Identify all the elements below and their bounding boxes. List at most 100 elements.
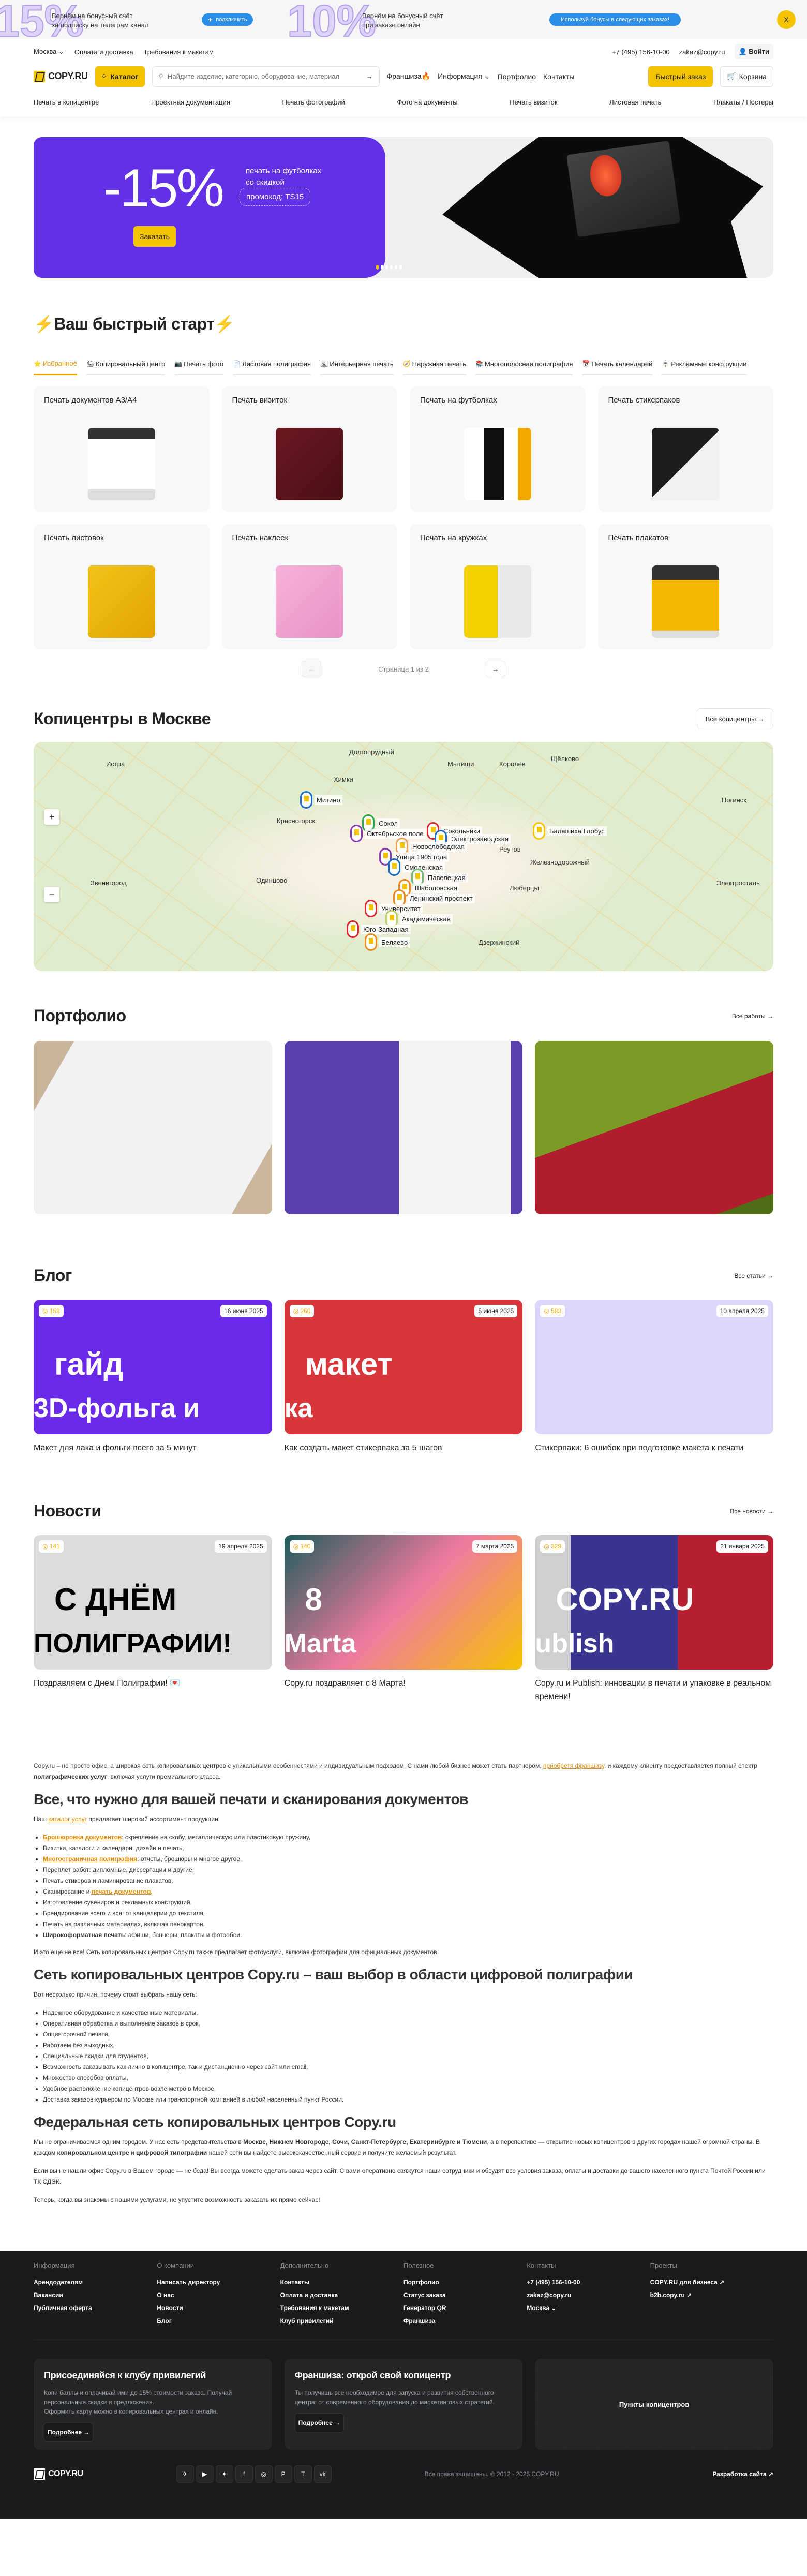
nav-contacts[interactable]: Контакты: [543, 72, 574, 81]
all-works-link[interactable]: Все работы →: [732, 1012, 773, 1020]
category-link[interactable]: Печать визиток: [510, 98, 557, 106]
news-card[interactable]: ◎ 329 21 января 2025 COPY.RU ublish Copy.ru …: [535, 1535, 773, 1704]
catalog-button[interactable]: ⁘ Каталог: [95, 66, 145, 87]
tab-3[interactable]: 📷 Печать фото: [174, 348, 224, 375]
portfolio-item-valentine-card[interactable]: [535, 1041, 773, 1214]
slider-dot[interactable]: [385, 265, 388, 270]
category-link[interactable]: Плакаты / Постеры: [713, 98, 773, 106]
franchise-link[interactable]: приобретя франшизу: [543, 1762, 604, 1769]
footer-link[interactable]: b2b.copy.ru ↗: [650, 2291, 773, 2299]
map-pin[interactable]: Беляево: [365, 933, 410, 951]
city-selector[interactable]: Москва ⌄: [34, 48, 64, 56]
franchise-more-button[interactable]: Подробнее →: [294, 2413, 345, 2433]
footer-link[interactable]: О нас: [157, 2291, 280, 2299]
link-payment-delivery[interactable]: Оплата и доставка: [74, 48, 133, 56]
club-more-button[interactable]: Подробнее →: [44, 2422, 94, 2442]
blog-card[interactable]: ◎ 260 5 июня 2025 макет ка Как создать макет…: [284, 1300, 523, 1455]
catalog-link[interactable]: каталог услуг: [48, 1815, 87, 1823]
logo[interactable]: COPY.RU: [34, 70, 88, 82]
footer-link[interactable]: Блог: [157, 2317, 280, 2325]
telegram-icon[interactable]: ✈: [176, 2465, 194, 2483]
product-card[interactable]: Печать плакатов: [597, 524, 773, 649]
footer-link[interactable]: +7 (495) 156-10-00: [527, 2279, 650, 2286]
next-page-button[interactable]: →: [485, 661, 505, 677]
product-card[interactable]: Печать наклеек: [221, 524, 397, 649]
portfolio-item-studio-gift-bag[interactable]: [284, 1041, 523, 1214]
copycenter-points-card[interactable]: Пункты копицентров: [535, 2359, 773, 2450]
quick-order-button[interactable]: Быстрый заказ: [648, 66, 713, 87]
tab-2[interactable]: 🖨 Копировальный центр: [86, 348, 166, 375]
footer-link[interactable]: Контакты: [280, 2279, 404, 2286]
tab-7[interactable]: 📚 Многополосная полиграфия: [475, 348, 573, 375]
zoom-in-button[interactable]: +: [44, 809, 59, 825]
tenchat-icon[interactable]: T: [294, 2465, 312, 2483]
footer-link[interactable]: Москва ⌄: [527, 2304, 650, 2312]
tab-6[interactable]: 🧭 Наружная печать: [402, 348, 467, 375]
product-card[interactable]: Печать листовок: [34, 524, 210, 649]
service-link[interactable]: Многостраничная полиграфия: [43, 1855, 137, 1863]
telegram-subscribe-button[interactable]: ✈ подключить: [202, 13, 253, 26]
footer-link[interactable]: Статус заказа: [404, 2291, 527, 2299]
footer-link[interactable]: Клуб привилегий: [280, 2317, 404, 2325]
tab-1[interactable]: ⭐ Избранное: [34, 348, 77, 375]
vk-icon[interactable]: vk: [313, 2465, 332, 2483]
hero-banner[interactable]: -15% печать на футболках со скидкой промо…: [34, 137, 773, 278]
footer-link[interactable]: zakaz@copy.ru: [527, 2291, 650, 2299]
slider-dot[interactable]: [390, 265, 393, 270]
slider-dot[interactable]: [395, 265, 397, 270]
footer-link[interactable]: Портфолио: [404, 2279, 527, 2286]
tab-8[interactable]: 📅 Печать календарей: [582, 348, 653, 375]
category-link[interactable]: Листовая печать: [609, 98, 661, 106]
product-card[interactable]: Печать визиток: [221, 386, 397, 512]
product-card[interactable]: Печать на кружках: [410, 524, 586, 649]
zoom-out-button[interactable]: −: [44, 887, 59, 902]
footer-link[interactable]: COPY.RU для бизнеса ↗: [650, 2279, 773, 2286]
footer-link[interactable]: Вакансии: [34, 2291, 157, 2299]
developer-link[interactable]: Разработка сайта ↗: [712, 2470, 773, 2478]
footer-link[interactable]: Оплата и доставка: [280, 2291, 404, 2299]
footer-link[interactable]: Публичная оферта: [34, 2304, 157, 2312]
nav-franchise[interactable]: Франшиза🔥: [387, 72, 431, 81]
service-link[interactable]: печать документов,: [92, 1888, 153, 1895]
search-input[interactable]: [168, 72, 362, 80]
slider-dot[interactable]: [399, 265, 402, 270]
news-card[interactable]: ◎ 140 7 марта 2025 8 Marta Copy.ru поздравля…: [284, 1535, 523, 1704]
use-bonuses-button[interactable]: Используй бонусы в следующих заказах!: [549, 13, 681, 26]
footer-link[interactable]: Франшиза: [404, 2317, 527, 2325]
email-link[interactable]: zakaz@copy.ru: [679, 48, 725, 56]
copycenters-map[interactable]: + − Долгопрудный Мытищи Королёв Щёлково Химки…: [34, 742, 773, 971]
link-layout-requirements[interactable]: Требования к макетам: [144, 48, 214, 56]
footer-link[interactable]: Написать директору: [157, 2279, 280, 2286]
footer-link[interactable]: Требования к макетам: [280, 2304, 404, 2312]
map-pin[interactable]: Митино: [300, 791, 342, 809]
tab-4[interactable]: 📄 Листовая полиграфия: [233, 348, 311, 375]
all-copycenters-button[interactable]: Все копицентры →: [696, 708, 773, 729]
arrow-right-icon[interactable]: →: [366, 72, 373, 80]
hero-order-button[interactable]: Заказать: [133, 226, 176, 247]
phone-link[interactable]: +7 (495) 156-10-00: [612, 48, 670, 56]
youtube-icon[interactable]: ▶: [196, 2465, 214, 2483]
footer-link[interactable]: Новости: [157, 2304, 280, 2312]
blog-card[interactable]: ◎ 583 10 апреля 2025 Стикерпаки: 6 ошибок …: [535, 1300, 773, 1455]
footer-link[interactable]: Арендодателям: [34, 2279, 157, 2286]
blog-card[interactable]: ◎ 158 16 июня 2025 гайд 3D-фольга и Макет дл…: [34, 1300, 272, 1455]
tab-9[interactable]: 🪧 Рекламные конструкции: [662, 348, 747, 375]
all-articles-link[interactable]: Все статьи →: [734, 1272, 773, 1279]
product-card[interactable]: Печать стикерпаков: [597, 386, 773, 512]
nav-portfolio[interactable]: Портфолио: [498, 72, 536, 81]
footer-logo[interactable]: COPY.RU: [34, 2468, 83, 2480]
prev-page-button[interactable]: ←: [302, 661, 322, 677]
category-link[interactable]: Печать фотографий: [282, 98, 345, 106]
facebook-icon[interactable]: f: [235, 2465, 253, 2483]
instagram-icon[interactable]: ◎: [255, 2465, 273, 2483]
category-link[interactable]: Печать в копицентре: [34, 98, 99, 106]
footer-link[interactable]: Генератор QR: [404, 2304, 527, 2312]
pinterest-icon[interactable]: P: [274, 2465, 292, 2483]
nav-information[interactable]: Информация ⌄: [438, 72, 490, 81]
category-link[interactable]: Фото на документы: [397, 98, 457, 106]
service-link[interactable]: Брошюровка документов: [43, 1834, 122, 1841]
product-card[interactable]: Печать на футболках: [410, 386, 586, 512]
login-button[interactable]: 👤 Войти: [734, 44, 773, 59]
news-card[interactable]: ◎ 141 19 апреля 2025 С ДНЁМ ПОЛИГРАФИИ! Позд…: [34, 1535, 272, 1704]
all-news-link[interactable]: Все новости →: [730, 1508, 773, 1515]
